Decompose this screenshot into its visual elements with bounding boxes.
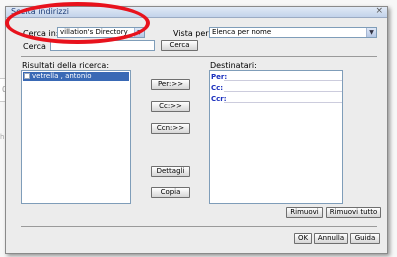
vista-per-select[interactable]: Elenca per nome ▼ — [209, 27, 377, 38]
cerca-label: Cerca — [23, 42, 46, 51]
close-icon[interactable]: × — [375, 6, 383, 16]
details-button[interactable]: Dettagli — [151, 166, 190, 177]
cancel-button[interactable]: Annulla — [314, 233, 348, 244]
recipient-ccn-row[interactable]: Ccr: — [211, 94, 342, 104]
recipient-cc-field — [224, 84, 342, 92]
recipients-listbox[interactable]: Per: Cc: Ccr: — [209, 70, 343, 204]
help-button[interactable]: Guida — [350, 233, 380, 244]
ok-button[interactable]: OK — [294, 233, 312, 244]
results-label: Risultati della ricerca: — [22, 61, 110, 70]
dialog-title: Scelta indirizzi — [11, 7, 69, 16]
result-item-name: vetrella , antonio — [32, 72, 92, 80]
recipient-per-row[interactable]: Per: — [211, 72, 342, 82]
recipient-per-field — [224, 73, 342, 81]
divider — [21, 56, 377, 57]
add-ccn-button[interactable]: Ccn:>> — [151, 123, 190, 134]
search-button[interactable]: Cerca — [161, 40, 198, 51]
vista-per-value: Elenca per nome — [212, 28, 272, 36]
vista-per-label: Vista per: — [173, 29, 212, 38]
recipient-cc-label: Cc: — [211, 84, 224, 92]
cerca-in-value: villation's Directory — [60, 28, 128, 36]
divider — [21, 226, 377, 227]
chevron-down-icon[interactable]: ▼ — [366, 28, 376, 37]
copy-button[interactable]: Copia — [151, 187, 190, 198]
destinatari-label: Destinatari: — [210, 61, 257, 70]
cerca-in-select[interactable]: villation's Directory ▼ — [57, 27, 145, 38]
remove-button[interactable]: Rimuovi — [286, 207, 323, 218]
recipient-cc-row[interactable]: Cc: — [211, 83, 342, 93]
results-listbox[interactable]: vetrella , antonio — [21, 70, 131, 204]
remove-all-button[interactable]: Rimuovi tutto — [326, 207, 381, 218]
person-icon — [24, 73, 30, 79]
add-cc-button[interactable]: Cc:>> — [151, 101, 190, 112]
recipient-ccn-field — [224, 95, 342, 103]
chevron-down-icon[interactable]: ▼ — [134, 28, 144, 37]
list-item[interactable]: vetrella , antonio — [23, 72, 129, 81]
cerca-in-label: Cerca in: — [23, 29, 59, 38]
dialog-titlebar: Scelta indirizzi × — [6, 6, 387, 18]
address-picker-dialog: Scelta indirizzi × Cerca in: villation's… — [5, 6, 388, 254]
search-input[interactable] — [50, 40, 155, 51]
add-per-button[interactable]: Per:>> — [151, 79, 190, 90]
